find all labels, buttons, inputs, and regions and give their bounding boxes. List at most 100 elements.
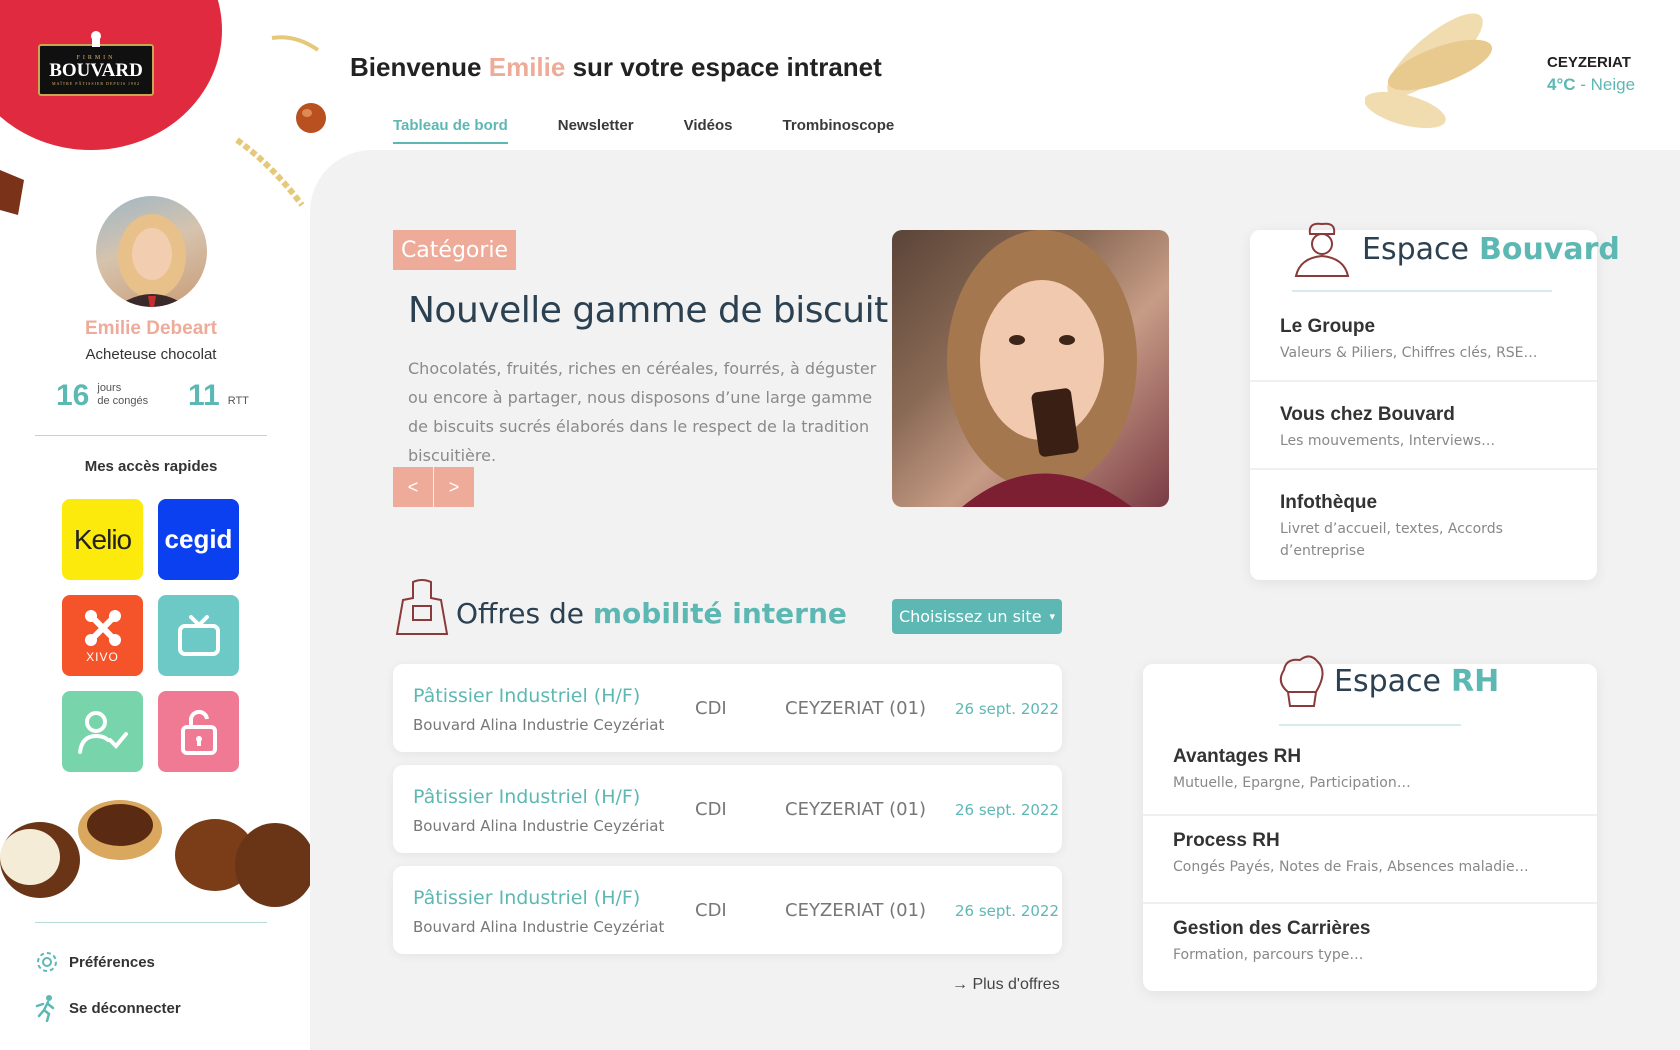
quick-access-title: Mes accès rapides: [84, 458, 218, 475]
hazelnut-decoration-icon: [296, 103, 326, 133]
tab-videos[interactable]: Vidéos: [684, 117, 733, 144]
stat-conges-label-2: de congés: [97, 395, 149, 407]
card-separator: [1250, 380, 1597, 382]
lock-icon: [180, 709, 217, 755]
espace-bouvard-header: Espace Bouvard: [1290, 220, 1620, 278]
tab-tableau-de-bord[interactable]: Tableau de bord: [393, 117, 508, 144]
article-title[interactable]: Nouvelle gamme de biscuit: [408, 290, 888, 331]
xivo-logo-icon: [84, 609, 121, 646]
item-title: Avantages RH: [1173, 746, 1302, 767]
offer-location: CEYZERIAT (01): [785, 900, 927, 921]
item-subtitle: Valeurs & Piliers, Chiffres clés, RSE…: [1280, 345, 1538, 361]
espace-rh-item[interactable]: Avantages RH Mutuelle, Epargne, Particip…: [1143, 732, 1597, 814]
offer-title: Pâtissier Industriel (H/F): [413, 685, 641, 707]
cookies-decoration-icon: [0, 800, 310, 907]
offer-row[interactable]: Pâtissier Industriel (H/F) Bouvard Alina…: [393, 664, 1062, 752]
chef-icon: [1294, 222, 1350, 277]
stat-rtt-value: 11: [188, 379, 220, 412]
more-offers-link[interactable]: → Plus d'offres: [952, 976, 1060, 994]
item-subtitle: Congés Payés, Notes de Frais, Absences m…: [1173, 859, 1529, 875]
espace-rh-title-bold: RH: [1450, 663, 1500, 699]
weather-text: Neige: [1590, 75, 1636, 94]
chef-hat-icon: [1279, 655, 1324, 707]
quick-access-user-check[interactable]: [62, 691, 143, 772]
logout-walking-icon: [35, 995, 55, 1022]
tv-icon: [177, 614, 220, 656]
welcome-text-start: Bienvenue: [350, 52, 482, 82]
xivo-label: XIVO: [86, 649, 119, 664]
chevron-down-icon: ▾: [1049, 610, 1056, 623]
welcome-user-name: Emilie: [488, 52, 566, 82]
carousel-prev-button[interactable]: <: [393, 467, 433, 507]
item-subtitle: Livret d’accueil, textes, Accords d’entr…: [1280, 521, 1503, 559]
welcome-title: Bienvenue Emilie sur votre espace intran…: [350, 52, 882, 83]
offer-row[interactable]: Pâtissier Industriel (H/F) Bouvard Alina…: [393, 765, 1062, 853]
offer-company: Bouvard Alina Industrie Ceyzériat: [413, 817, 665, 835]
category-badge[interactable]: Catégorie: [393, 230, 516, 270]
wheat-decoration-icon: [271, 35, 320, 52]
card-header-underline: [1292, 290, 1552, 292]
user-check-icon: [77, 710, 128, 754]
espace-bouvard-item[interactable]: Infothèque Livret d’accueil, textes, Acc…: [1250, 476, 1597, 576]
item-title: Infothèque: [1280, 492, 1378, 513]
logout-link[interactable]: Se déconnecter: [35, 994, 181, 1022]
tab-newsletter[interactable]: Newsletter: [558, 117, 634, 144]
logout-label: Se déconnecter: [69, 999, 181, 1017]
offer-location: CEYZERIAT (01): [785, 698, 927, 719]
preferences-label: Préférences: [69, 953, 155, 971]
stat-conges-value: 16: [56, 379, 90, 412]
carousel-next-button[interactable]: >: [434, 467, 474, 507]
offer-title: Pâtissier Industriel (H/F): [413, 786, 641, 808]
stat-rtt-label: RTT: [227, 395, 249, 407]
item-title: Vous chez Bouvard: [1280, 404, 1455, 425]
espace-rh-title-plain: Espace: [1334, 663, 1441, 699]
article-text: Chocolatés, fruités, riches en céréales,…: [408, 359, 877, 465]
kelio-logo-icon: Kelio: [73, 523, 132, 555]
quick-access-lock[interactable]: [158, 691, 239, 772]
bouvard-logo[interactable]: FIRMIN BOUVARD MAÎTRE PÂTISSIER DEPUIS 1…: [38, 44, 154, 96]
offer-title: Pâtissier Industriel (H/F): [413, 887, 641, 909]
weather-condition: 4°C - Neige: [1547, 75, 1635, 95]
stat-conges-label-1: jours: [97, 382, 122, 394]
avatar[interactable]: [96, 196, 207, 307]
user-role: Acheteuse chocolat: [85, 346, 217, 363]
site-select-label: Choisissez un site: [898, 607, 1042, 626]
biscuits-decoration-icon: [1365, 13, 1493, 129]
offers-title: Offres de mobilité interne: [456, 597, 847, 630]
quick-access-xivo[interactable]: XIVO: [62, 595, 143, 676]
avatar-portrait-icon: [116, 214, 188, 307]
quick-access-cegid[interactable]: cegid: [158, 499, 239, 580]
espace-bouvard-item[interactable]: Vous chez Bouvard Les mouvements, Interv…: [1250, 387, 1597, 475]
quick-access-tv[interactable]: [158, 595, 239, 676]
quick-access-kelio[interactable]: Kelio: [62, 499, 143, 580]
offer-type: CDI: [695, 900, 727, 921]
item-subtitle: Formation, parcours type…: [1173, 947, 1364, 963]
offer-date: 26 sept. 2022: [955, 902, 1060, 920]
espace-rh-item[interactable]: Gestion des Carrières Formation, parcour…: [1143, 904, 1597, 988]
espace-bouvard-item[interactable]: Le Groupe Valeurs & Piliers, Chiffres cl…: [1250, 298, 1597, 386]
weather-separator: -: [1575, 75, 1591, 94]
offer-type: CDI: [695, 799, 727, 820]
cegid-logo-icon: cegid: [164, 524, 233, 554]
espace-bouvard-title-plain: Espace: [1362, 231, 1469, 267]
espace-rh-header: Espace RH: [1276, 652, 1499, 710]
offers-title-bold: mobilité interne: [592, 597, 847, 630]
offer-company: Bouvard Alina Industrie Ceyzériat: [413, 918, 665, 936]
espace-rh-item[interactable]: Process RH Congés Payés, Notes de Frais,…: [1143, 816, 1597, 902]
item-subtitle: Les mouvements, Interviews…: [1280, 433, 1496, 449]
tab-trombinoscope[interactable]: Trombinoscope: [783, 117, 895, 144]
item-title: Process RH: [1173, 830, 1280, 851]
chocolate-decoration-icon: [0, 170, 24, 215]
offer-row[interactable]: Pâtissier Industriel (H/F) Bouvard Alina…: [393, 866, 1062, 954]
site-select[interactable]: Choisissez un site ▾: [892, 599, 1062, 634]
weather-widget: CEYZERIAT 4°C - Neige: [1547, 54, 1635, 95]
preferences-link[interactable]: Préférences: [35, 950, 155, 974]
girl-eating-biscuit-icon: [947, 230, 1137, 507]
article-image[interactable]: [892, 230, 1169, 507]
main-nav: Tableau de bord Newsletter Vidéos Trombi…: [393, 117, 894, 144]
wheat-decoration-icon: [235, 137, 305, 207]
sidebar-divider: [35, 922, 267, 923]
welcome-text-end: sur votre espace intranet: [572, 52, 882, 82]
user-name: Emilie Debeart: [85, 318, 217, 339]
logo-main-text: BOUVARD: [49, 59, 143, 81]
